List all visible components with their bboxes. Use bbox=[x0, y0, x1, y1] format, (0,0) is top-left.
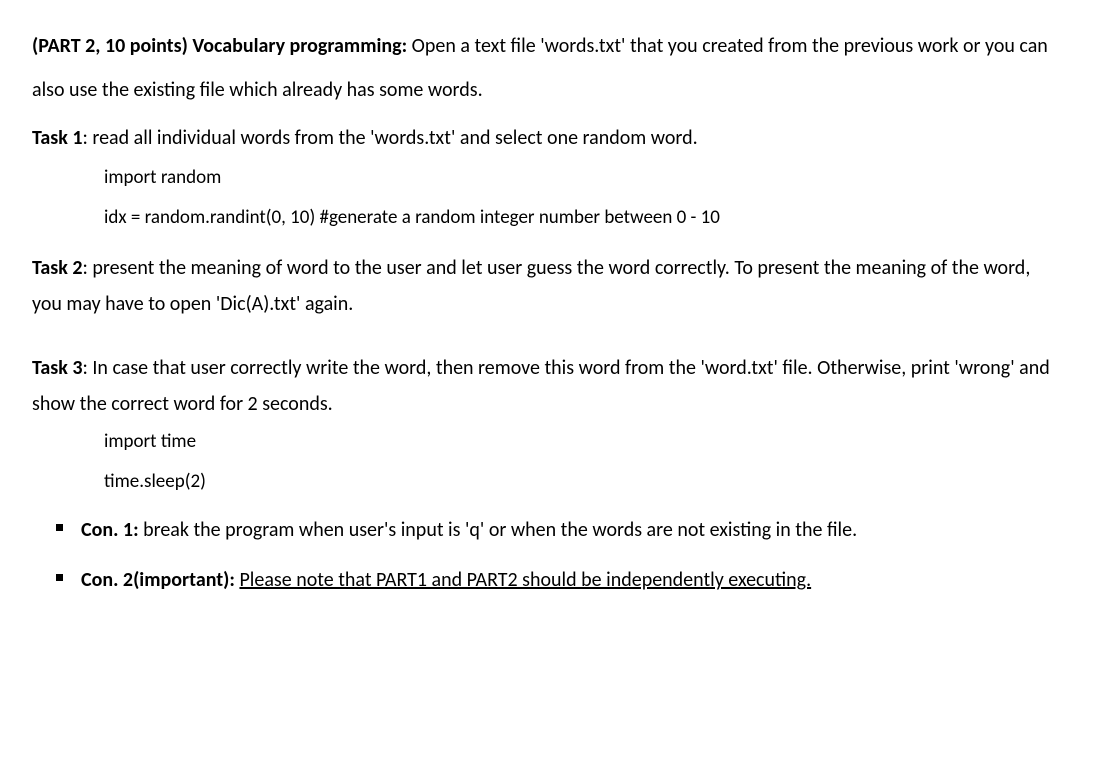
con2-label: Con. 2(important): bbox=[81, 568, 235, 592]
con2-row: Con. 2(important): Please note that PART… bbox=[32, 560, 1064, 600]
con2-content: Con. 2(important): Please note that PART… bbox=[81, 560, 1064, 600]
con2-text: Please note that PART1 and PART2 should … bbox=[239, 568, 811, 592]
task2-text: : present the meaning of word to the use… bbox=[32, 256, 1030, 316]
task3-text: : In case that user correctly write the … bbox=[32, 356, 1050, 416]
task3-line: Task 3: In case that user correctly writ… bbox=[32, 350, 1064, 422]
con1-label: Con. 1: bbox=[81, 518, 139, 542]
part2-heading: (PART 2, 10 points) Vocabulary programmi… bbox=[32, 34, 407, 58]
task1-label: Task 1 bbox=[32, 126, 83, 150]
task3-code-block: import time time.sleep(2) bbox=[32, 424, 1064, 500]
task1-code-line-2: idx = random.randint(0, 10) #generate a … bbox=[104, 200, 1064, 236]
task3-code-line-2: time.sleep(2) bbox=[104, 464, 1064, 500]
bullet-icon bbox=[56, 574, 63, 581]
task1-code-line-1: import random bbox=[104, 160, 1064, 196]
con1-row: Con. 1: break the program when user's in… bbox=[32, 510, 1064, 550]
task3-code-line-1: import time bbox=[104, 424, 1064, 460]
task1-text: : read all individual words from the 'wo… bbox=[83, 126, 698, 150]
con1-text: break the program when user's input is '… bbox=[139, 518, 858, 542]
task3-label: Task 3 bbox=[32, 356, 83, 380]
task1-code-block: import random idx = random.randint(0, 10… bbox=[32, 160, 1064, 236]
con1-content: Con. 1: break the program when user's in… bbox=[81, 510, 1064, 550]
task1-line: Task 1: read all individual words from t… bbox=[32, 120, 1064, 156]
task2-line: Task 2: present the meaning of word to t… bbox=[32, 250, 1064, 322]
task2-label: Task 2 bbox=[32, 256, 83, 280]
bullet-icon bbox=[56, 524, 63, 531]
intro-paragraph: (PART 2, 10 points) Vocabulary programmi… bbox=[32, 24, 1064, 112]
